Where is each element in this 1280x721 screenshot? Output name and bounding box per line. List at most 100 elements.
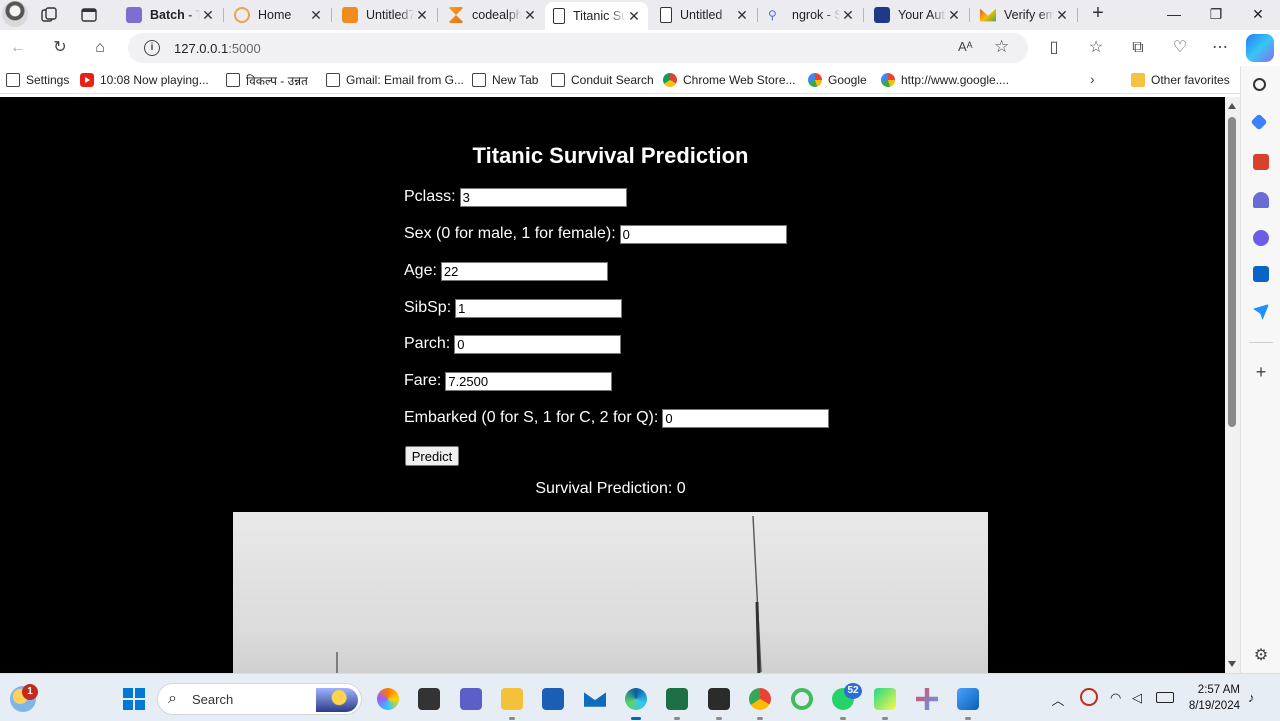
circle-app-icon[interactable] bbox=[791, 688, 813, 710]
copilot-pre-icon[interactable] bbox=[377, 688, 399, 710]
notification-bell-icon[interactable]: ♪ bbox=[1248, 690, 1262, 705]
photos-icon[interactable] bbox=[957, 688, 979, 720]
home-icon[interactable]: ⌂ bbox=[90, 38, 110, 58]
chrome-icon[interactable] bbox=[749, 688, 771, 720]
mail-icon[interactable] bbox=[584, 692, 606, 707]
parch-input[interactable] bbox=[454, 334, 622, 354]
restore-button[interactable]: ❐ bbox=[1194, 0, 1238, 30]
chevron-right-icon[interactable]: › bbox=[1090, 71, 1095, 87]
windows-start-icon[interactable] bbox=[123, 688, 145, 710]
favorite-google-url[interactable]: http://www.google.... bbox=[881, 72, 1009, 88]
close-icon[interactable]: ✕ bbox=[522, 7, 538, 24]
new-tab-button[interactable]: + bbox=[1088, 3, 1108, 25]
predict-button[interactable]: Predict bbox=[405, 446, 459, 466]
site-info-icon[interactable]: i bbox=[144, 40, 160, 56]
edge-icon[interactable] bbox=[625, 688, 647, 720]
favorite-settings[interactable]: Settings bbox=[6, 72, 69, 88]
volume-icon[interactable]: ◁ bbox=[1132, 690, 1148, 706]
close-icon[interactable]: ✕ bbox=[946, 7, 962, 24]
clock-time[interactable]: 2:57 AM bbox=[1186, 684, 1240, 696]
scroll-thumb[interactable] bbox=[1228, 117, 1236, 427]
workspaces-icon[interactable] bbox=[40, 6, 58, 24]
tab-batch[interactable]: Batch - T ✕ bbox=[118, 2, 222, 28]
tab-ngrok[interactable]: ⚲ ngrok - S ✕ bbox=[760, 2, 862, 28]
favorite-new-tab[interactable]: New Tab bbox=[472, 72, 538, 88]
games-icon[interactable] bbox=[1253, 192, 1269, 208]
sync-alert-icon[interactable] bbox=[1080, 688, 1098, 706]
browser-essentials-icon[interactable]: ♡ bbox=[1170, 38, 1190, 58]
profile-avatar[interactable] bbox=[2, 1, 28, 27]
vertical-tabs-icon[interactable] bbox=[80, 6, 98, 24]
fare-input[interactable] bbox=[445, 371, 613, 391]
scroll-up-icon[interactable] bbox=[1228, 103, 1236, 109]
other-favorites[interactable]: Other favorites bbox=[1131, 72, 1230, 88]
favorite-label: 10:08 Now playing... bbox=[100, 73, 209, 87]
microsoft-store-icon[interactable] bbox=[542, 688, 564, 710]
favorites-icon[interactable]: ☆ bbox=[1086, 38, 1106, 58]
close-icon[interactable]: ✕ bbox=[414, 7, 430, 24]
page-scrollbar[interactable] bbox=[1225, 97, 1240, 673]
back-icon[interactable]: ← bbox=[8, 38, 28, 58]
settings-gear-icon[interactable]: ⚙ bbox=[1253, 648, 1269, 664]
snipping-tool-icon[interactable] bbox=[916, 688, 938, 710]
google-icon bbox=[881, 73, 895, 87]
tab-codealpha[interactable]: codealph ✕ bbox=[440, 2, 544, 28]
favorite-now-playing[interactable]: 10:08 Now playing... bbox=[80, 72, 209, 88]
tab-verify-email[interactable]: Verify em ✕ bbox=[972, 2, 1076, 28]
favorite-label: Settings bbox=[26, 73, 70, 87]
more-menu-icon[interactable]: ⋯ bbox=[1210, 38, 1230, 58]
task-view-icon[interactable] bbox=[418, 688, 440, 710]
refresh-icon[interactable]: ↻ bbox=[50, 38, 70, 58]
age-input[interactable] bbox=[440, 261, 608, 281]
outlook-icon[interactable] bbox=[1253, 266, 1269, 282]
favorite-chrome-web-store[interactable]: Chrome Web Store... bbox=[663, 72, 796, 88]
add-icon[interactable]: + bbox=[1253, 363, 1269, 381]
url-text[interactable]: 127.0.0.1:5000 bbox=[174, 41, 261, 56]
search-icon[interactable] bbox=[1253, 78, 1266, 91]
minimize-button[interactable]: — bbox=[1152, 0, 1196, 30]
tab-untitled7[interactable]: Untitled7 ✕ bbox=[334, 2, 436, 28]
copilot-icon[interactable] bbox=[1246, 34, 1274, 62]
close-icon[interactable]: ✕ bbox=[626, 8, 642, 25]
jupyter-icon bbox=[342, 7, 358, 23]
address-bar[interactable]: i 127.0.0.1:5000 Aᴬ ☆ bbox=[128, 33, 1028, 63]
chevron-up-icon[interactable]: ︿ bbox=[1050, 690, 1066, 708]
terminal-icon[interactable] bbox=[708, 688, 730, 720]
close-icon[interactable]: ✕ bbox=[1054, 7, 1070, 24]
close-window-button[interactable]: ✕ bbox=[1236, 0, 1280, 30]
battery-icon[interactable] bbox=[1156, 692, 1174, 703]
close-icon[interactable]: ✕ bbox=[200, 7, 216, 24]
file-explorer-icon[interactable] bbox=[501, 688, 523, 720]
close-icon[interactable]: ✕ bbox=[734, 7, 750, 24]
close-icon[interactable]: ✕ bbox=[840, 7, 856, 24]
tab-titanic[interactable]: Titanic Su ✕ bbox=[545, 2, 648, 30]
microsoft-365-icon[interactable] bbox=[1253, 230, 1269, 246]
tab-untitled[interactable]: Untitled ✕ bbox=[652, 2, 756, 28]
tab-home[interactable]: Home ✕ bbox=[226, 2, 330, 28]
taskbar-search[interactable]: ⌕ Search bbox=[157, 683, 362, 715]
pycharm-icon[interactable] bbox=[874, 688, 896, 720]
clock-date[interactable]: 8/19/2024 bbox=[1180, 700, 1240, 712]
sex-input[interactable] bbox=[619, 224, 787, 244]
wifi-icon[interactable]: ◠ bbox=[1110, 690, 1126, 706]
url-host: 127.0.0.1 bbox=[174, 41, 229, 56]
favorite-gmail[interactable]: Gmail: Email from G... bbox=[326, 72, 464, 88]
send-icon[interactable] bbox=[1253, 304, 1269, 320]
favorite-star-icon[interactable]: ☆ bbox=[994, 37, 1009, 57]
favorite-conduit[interactable]: Conduit Search bbox=[551, 72, 654, 88]
embarked-input[interactable] bbox=[662, 408, 830, 428]
excel-icon[interactable] bbox=[666, 688, 688, 720]
shopping-tag-icon[interactable] bbox=[1250, 113, 1268, 131]
close-icon[interactable]: ✕ bbox=[308, 7, 324, 24]
sibsp-input[interactable] bbox=[455, 298, 623, 318]
tools-icon[interactable] bbox=[1253, 154, 1269, 170]
favorite-google[interactable]: Google bbox=[808, 72, 867, 88]
split-screen-icon[interactable]: ▯ bbox=[1044, 38, 1064, 58]
read-aloud-icon[interactable]: Aᴬ bbox=[958, 39, 973, 54]
scroll-down-icon[interactable] bbox=[1228, 661, 1236, 667]
collections-icon[interactable]: ⧉ bbox=[1128, 38, 1148, 58]
tab-your-auth[interactable]: Your Auth ✕ bbox=[866, 2, 968, 28]
favorite-vikalp[interactable]: विकल्प - उन्नत bbox=[226, 72, 308, 88]
pclass-input[interactable] bbox=[459, 187, 627, 207]
teams-icon[interactable] bbox=[460, 688, 482, 710]
